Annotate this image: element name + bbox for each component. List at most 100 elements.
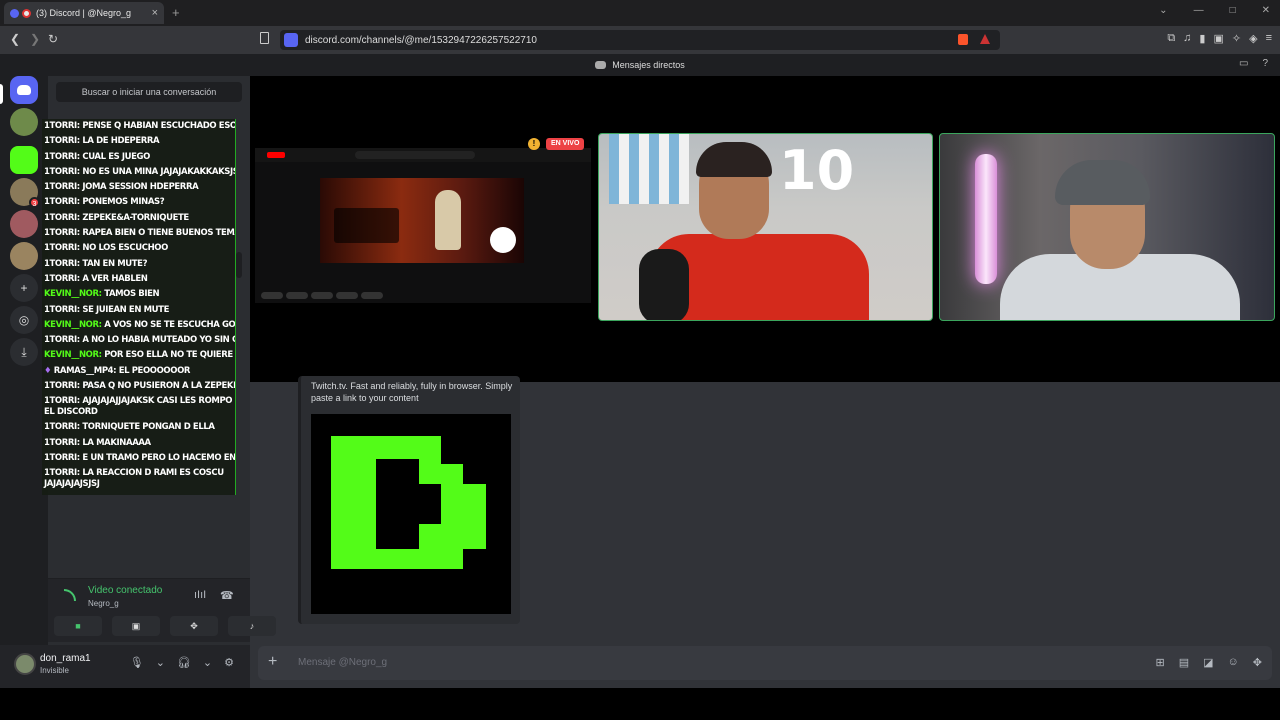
new-tab-icon[interactable]: + bbox=[172, 5, 180, 20]
server-icon[interactable]: 3 bbox=[10, 178, 40, 208]
titlebar-icons: ▭ ? bbox=[1239, 58, 1268, 69]
plus-icon[interactable]: + bbox=[10, 274, 38, 302]
chat-username[interactable]: 1TORRI: bbox=[44, 259, 80, 269]
chat-message: 1TORRI: NO LOS ESCUCHOO bbox=[42, 241, 235, 256]
brave-shields-icon[interactable] bbox=[958, 34, 968, 45]
media-icon[interactable]: ♫ bbox=[1183, 32, 1191, 45]
chat-username[interactable]: 1TORRI: bbox=[44, 381, 80, 391]
forward-icon[interactable]: ❯ bbox=[30, 32, 40, 46]
chat-username[interactable]: 1TORRI: bbox=[44, 396, 80, 406]
server-icon[interactable] bbox=[10, 242, 38, 270]
download-icon[interactable]: ⤓ bbox=[10, 338, 38, 366]
minimize-icon[interactable]: — bbox=[1194, 5, 1204, 16]
chat-username[interactable]: 1TORRI: bbox=[44, 136, 80, 146]
chat-message: KEVIN__NOR: A VOS NO SE TE ESCUCHA GOVIR bbox=[42, 318, 235, 333]
voice-status[interactable]: Video conectado bbox=[88, 585, 162, 596]
message-composer[interactable]: + Mensaje @Negro_g ⊞ ▤ ◪ ☺ ✥ bbox=[258, 646, 1272, 680]
chevron-down-icon[interactable]: ⌄ bbox=[156, 656, 165, 669]
compass-icon[interactable]: ◎ bbox=[10, 306, 38, 334]
screen-share-tile[interactable] bbox=[255, 148, 591, 303]
chat-username[interactable]: 1TORRI: bbox=[44, 182, 80, 192]
chat-username[interactable]: 1TORRI: bbox=[44, 167, 80, 177]
dm-search-button[interactable]: Buscar o iniciar una conversación bbox=[56, 82, 242, 102]
apps-icon[interactable]: ✥ bbox=[1253, 656, 1262, 669]
chat-username[interactable]: KEVIN__NOR: bbox=[44, 350, 102, 360]
chat-username[interactable]: RAMAS__MP4: bbox=[44, 366, 117, 376]
emoji-icon[interactable]: ☺ bbox=[1228, 656, 1239, 669]
server-icon[interactable] bbox=[10, 108, 38, 136]
chat-message: KEVIN__NOR: TAMOS BIEN bbox=[42, 287, 235, 302]
tab-close-icon[interactable]: × bbox=[152, 7, 158, 19]
discord-logo-icon[interactable] bbox=[10, 76, 38, 104]
gift-icon[interactable]: ⊞ bbox=[1156, 656, 1165, 669]
webcam-tile-1[interactable]: 10 bbox=[598, 133, 933, 321]
chat-message: 1TORRI: LA MAKINAAAA bbox=[42, 436, 235, 451]
noise-suppression-icon[interactable]: ıIıI bbox=[194, 589, 206, 601]
person-cap bbox=[1055, 160, 1150, 205]
warning-icon[interactable]: ! bbox=[528, 138, 540, 150]
kick-server-icon[interactable] bbox=[10, 146, 38, 174]
chat-username[interactable]: 1TORRI: bbox=[44, 274, 80, 284]
server-icon[interactable] bbox=[10, 210, 38, 238]
browser-toolbar: ❮ ❯ ↻ discord.com/channels/@me/153294722… bbox=[0, 26, 1280, 54]
avatar[interactable] bbox=[14, 653, 36, 675]
extensions-icon[interactable]: ⧉ bbox=[1167, 32, 1175, 45]
chat-username[interactable]: 1TORRI: bbox=[44, 422, 80, 432]
camera-icon[interactable]: ■ bbox=[54, 616, 102, 636]
chat-username[interactable]: 1TORRI: bbox=[44, 121, 80, 131]
voice-connection-panel: Video conectado Negro_g ıIıI ☎ ■ ▣ ✥ ♪ bbox=[48, 578, 276, 642]
headphones-icon[interactable]: 🎧︎ bbox=[177, 656, 191, 669]
gif-icon[interactable]: ▤ bbox=[1179, 656, 1189, 669]
signal-icon[interactable] bbox=[64, 589, 76, 601]
message-input[interactable]: Mensaje @Negro_g bbox=[298, 657, 387, 668]
reload-icon[interactable]: ↻ bbox=[48, 32, 58, 46]
back-icon[interactable]: ❮ bbox=[10, 32, 20, 46]
leo-icon[interactable]: ✧ bbox=[1232, 32, 1241, 45]
embed-image[interactable] bbox=[311, 414, 511, 614]
chat-message: 1TORRI: E UN TRAMO PERO LO HACEMO EN UN … bbox=[42, 451, 235, 466]
sidebar-icon[interactable]: ▮ bbox=[1199, 32, 1205, 45]
scrollbar[interactable] bbox=[236, 252, 242, 278]
vpn-icon[interactable]: ◈ bbox=[1249, 32, 1257, 45]
chat-username[interactable]: 1TORRI: bbox=[44, 438, 80, 448]
sticker-icon[interactable]: ◪ bbox=[1203, 656, 1213, 669]
close-window-icon[interactable]: ✕ bbox=[1262, 5, 1270, 16]
bookmark-icon[interactable] bbox=[260, 32, 269, 44]
gear-icon[interactable]: ⚙ bbox=[224, 656, 234, 669]
wallet-icon[interactable]: ▣ bbox=[1213, 32, 1223, 45]
menu-icon[interactable]: ≡ bbox=[1266, 32, 1272, 45]
browser-tab[interactable]: (3) Discord | @Negro_g × bbox=[4, 2, 164, 24]
voice-channel[interactable]: Negro_g bbox=[88, 599, 119, 608]
webcam-tile-2[interactable] bbox=[939, 133, 1275, 321]
chat-username[interactable]: 1TORRI: bbox=[44, 453, 80, 463]
activity-icon[interactable]: ✥ bbox=[170, 616, 218, 636]
chat-username[interactable]: 1TORRI: bbox=[44, 152, 80, 162]
screen-share-icon[interactable]: ▣ bbox=[112, 616, 160, 636]
chevron-down-icon[interactable]: ⌄ bbox=[203, 656, 212, 669]
chat-username[interactable]: 1TORRI: bbox=[44, 335, 80, 345]
chat-username[interactable]: 1TORRI: bbox=[44, 197, 80, 207]
mic-icon[interactable]: 🎙︎ bbox=[130, 656, 144, 669]
chat-username[interactable]: 1TORRI: bbox=[44, 305, 80, 315]
chat-username[interactable]: 1TORRI: bbox=[44, 213, 80, 223]
chat-username[interactable]: 1TORRI: bbox=[44, 228, 80, 238]
soundboard-icon[interactable]: ♪ bbox=[228, 616, 276, 636]
brave-rewards-icon[interactable] bbox=[980, 34, 990, 44]
chat-username[interactable]: KEVIN__NOR: bbox=[44, 289, 102, 299]
maximize-icon[interactable]: □ bbox=[1230, 5, 1236, 16]
inbox-icon[interactable]: ▭ bbox=[1239, 58, 1248, 69]
chat-username[interactable]: 1TORRI: bbox=[44, 468, 80, 478]
chat-message: 1TORRI: RAPEA BIEN O TIENE BUENOS TEMAS? bbox=[42, 226, 235, 241]
chat-username[interactable]: 1TORRI: bbox=[44, 243, 80, 253]
tab-search-icon[interactable]: ⌄ bbox=[1159, 5, 1167, 16]
username[interactable]: don_rama1 bbox=[40, 653, 91, 664]
chat-message: 1TORRI: LA DE HDEPERRA bbox=[42, 134, 235, 149]
attach-plus-icon[interactable]: + bbox=[268, 653, 277, 671]
chat-message: 1TORRI: TORNIQUETE PONGAN D ELLA bbox=[42, 420, 235, 435]
address-bar[interactable]: discord.com/channels/@me/153294722625752… bbox=[280, 30, 1000, 50]
disconnect-icon[interactable]: ☎ bbox=[220, 589, 234, 602]
user-panel: don_rama1 Invisible 🎙︎ ⌄ 🎧︎ ⌄ ⚙ bbox=[0, 645, 250, 688]
chat-text: ZEPEKE&A-TORNIQUETE bbox=[79, 212, 189, 223]
chat-username[interactable]: KEVIN__NOR: bbox=[44, 320, 102, 330]
help-icon[interactable]: ? bbox=[1262, 58, 1268, 69]
